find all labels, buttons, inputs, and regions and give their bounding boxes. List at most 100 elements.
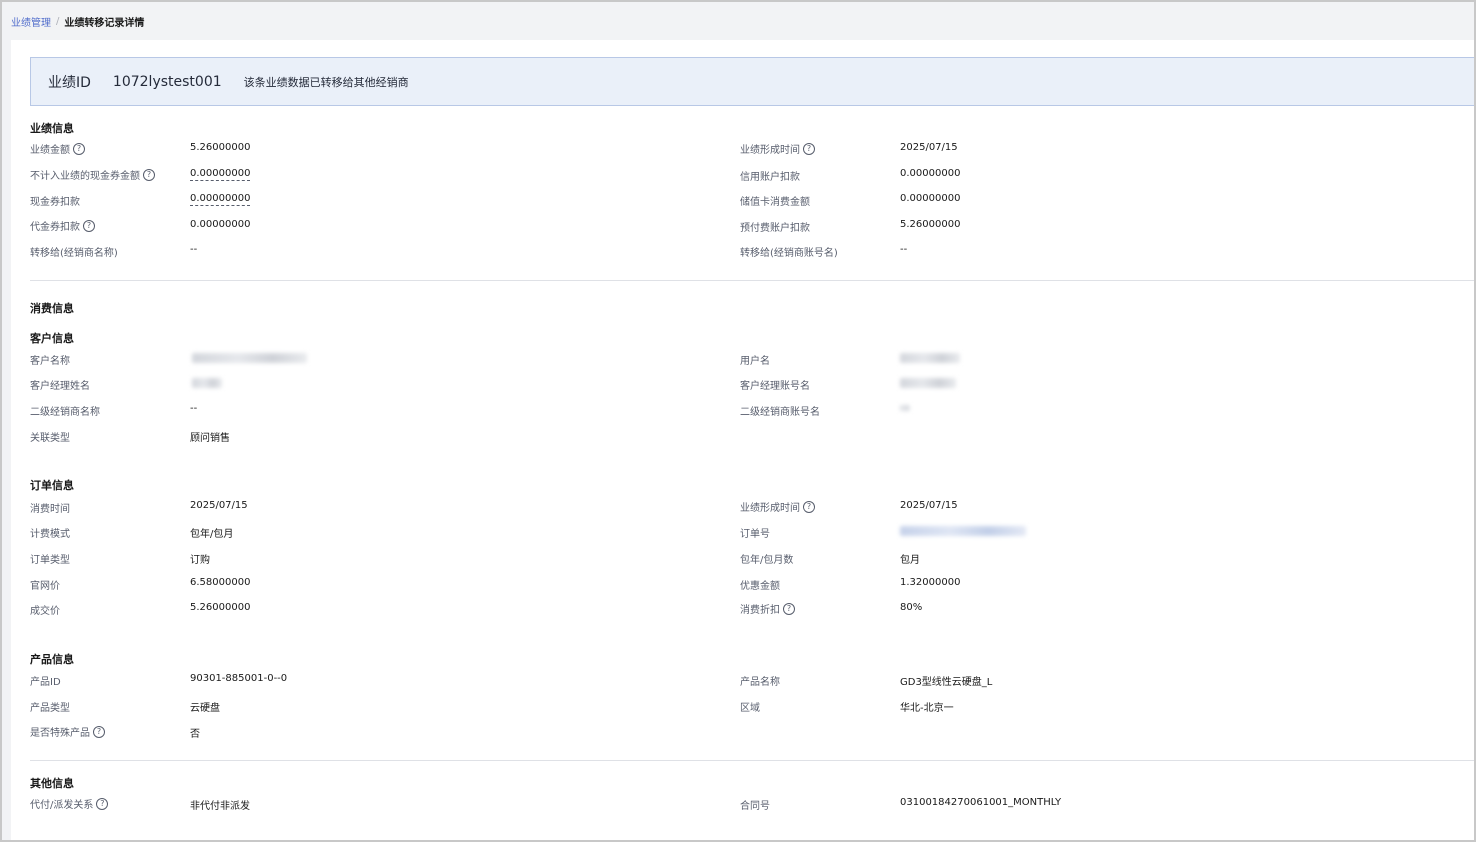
label-order-number: 订单号 [740, 529, 770, 540]
label-relation-type: 关联类型 [30, 433, 70, 444]
label-credit-deduction: 信用账户扣款 [740, 172, 800, 183]
label-cash-coupon-deduction: 现金券扣款 [30, 197, 80, 208]
value-performance-amount: 5.26000000 [190, 142, 251, 153]
help-icon[interactable]: ? [96, 797, 109, 810]
breadcrumb-current: 业绩转移记录详情 [64, 17, 145, 29]
label-period-count: 包年/包月数 [740, 555, 794, 566]
label-performance-amount: 业绩金额 ? [30, 141, 85, 156]
label-customer-name: 客户名称 [30, 356, 70, 367]
label-special-product: 是否特殊产品 ? [30, 724, 105, 739]
value-contract-number: 03100184270061001_MONTHLY [900, 797, 1062, 808]
label-transfer-to-name: 转移给(经销商名称) [30, 248, 118, 259]
label-consumption-time: 消费时间 [30, 504, 70, 515]
value-product-id: 90301-885001-0--0 [190, 673, 288, 684]
value-consumption-time: 2025/07/15 [190, 500, 248, 511]
label-sub-reseller-name: 二级经销商名称 [30, 407, 100, 418]
help-icon[interactable]: ? [83, 219, 95, 232]
label-list-price: 官网价 [30, 581, 60, 592]
value-sub-reseller-name: -- [190, 403, 198, 414]
label-transfer-to-account: 转移给(经销商账号名) [740, 248, 838, 259]
value-special-product: 否 [190, 729, 200, 740]
label-region: 区域 [740, 703, 760, 714]
help-icon[interactable]: ? [803, 142, 815, 155]
label-text: 业绩金额 [30, 145, 70, 156]
label-account-manager-name: 客户经理姓名 [30, 381, 90, 392]
value-stored-card-amount: 0.00000000 [900, 193, 961, 204]
value-customer-name-redacted [192, 353, 307, 363]
help-icon[interactable]: ? [73, 142, 85, 155]
value-order-type: 订购 [190, 555, 210, 566]
value-account-manager-name-redacted [192, 378, 222, 388]
section-title-performance: 业绩信息 [30, 122, 74, 135]
divider [30, 280, 1474, 281]
label-username: 用户名 [740, 356, 770, 367]
label-product-name: 产品名称 [740, 677, 780, 688]
value-performance-formed-time: 2025/07/15 [900, 142, 958, 153]
label-text: 业绩形成时间 [740, 145, 800, 156]
value-order-number-redacted[interactable] [900, 526, 1026, 536]
divider [30, 760, 1474, 761]
value-list-price: 6.58000000 [190, 577, 251, 588]
label-text: 业绩形成时间 [740, 503, 800, 514]
value-product-type: 云硬盘 [190, 703, 220, 714]
value-product-name: GD3型线性云硬盘_L [900, 677, 993, 688]
label-payment-relation: 代付/派发关系 ? [30, 796, 109, 811]
label-contract-number: 合同号 [740, 801, 770, 812]
label-consumption-discount: 消费折扣 ? [740, 601, 795, 616]
label-excluded-coupon-amount: 不计入业绩的现金券金额 ? [30, 167, 155, 182]
label-order-performance-formed-time: 业绩形成时间 ? [740, 499, 815, 514]
breadcrumb-link-performance[interactable]: 业绩管理 [11, 14, 51, 29]
value-order-performance-formed-time: 2025/07/15 [900, 500, 958, 511]
detail-panel: 业绩ID 1072lystest001 该条业绩数据已转移给其他经销商 业绩信息… [11, 40, 1474, 840]
breadcrumb: 业绩管理 / 业绩转移记录详情 [11, 14, 145, 29]
label-text: 代付/派发关系 [30, 800, 94, 811]
label-product-id: 产品ID [30, 677, 61, 688]
help-icon[interactable]: ? [803, 500, 815, 513]
value-voucher-deduction: 0.00000000 [190, 219, 251, 230]
value-region: 华北-北京一 [900, 703, 954, 714]
breadcrumb-separator: / [56, 15, 60, 27]
banner-id-label: 业绩ID [48, 74, 91, 91]
value-payment-relation: 非代付非派发 [190, 801, 250, 812]
label-text: 代金券扣款 [30, 222, 80, 233]
label-account-manager-account: 客户经理账号名 [740, 381, 810, 392]
value-transfer-to-name: -- [190, 244, 198, 255]
label-text: 不计入业绩的现金券金额 [30, 171, 140, 182]
value-billing-mode: 包年/包月 [190, 529, 234, 540]
banner-transfer-note: 该条业绩数据已转移给其他经销商 [243, 75, 409, 89]
value-discount-amount: 1.32000000 [900, 577, 961, 588]
value-cash-coupon-deduction[interactable]: 0.00000000 [190, 193, 251, 206]
section-title-customer: 客户信息 [30, 332, 74, 345]
label-discount-amount: 优惠金额 [740, 581, 780, 592]
banner-id-value: 1072lystest001 [112, 73, 222, 90]
help-icon[interactable]: ? [783, 602, 795, 615]
value-excluded-coupon-amount[interactable]: 0.00000000 [190, 168, 251, 181]
section-title-product: 产品信息 [30, 653, 74, 666]
value-sub-reseller-account-redacted [900, 405, 910, 411]
label-text: 是否特殊产品 [30, 728, 90, 739]
help-icon[interactable]: ? [93, 725, 105, 738]
section-title-consumption: 消费信息 [30, 302, 74, 315]
label-performance-formed-time: 业绩形成时间 ? [740, 141, 815, 156]
section-title-other: 其他信息 [30, 777, 74, 790]
value-username-redacted [900, 353, 960, 363]
label-product-type: 产品类型 [30, 703, 70, 714]
value-account-manager-account-redacted [900, 378, 956, 388]
label-deal-price: 成交价 [30, 606, 60, 617]
record-banner: 业绩ID 1072lystest001 该条业绩数据已转移给其他经销商 [30, 57, 1474, 106]
label-sub-reseller-account: 二级经销商账号名 [740, 407, 820, 418]
label-voucher-deduction: 代金券扣款 ? [30, 218, 95, 233]
value-credit-deduction: 0.00000000 [900, 168, 961, 179]
label-prepaid-deduction: 预付费账户扣款 [740, 223, 810, 234]
page-frame: 业绩管理 / 业绩转移记录详情 业绩ID 1072lystest001 该条业绩… [0, 0, 1476, 842]
value-period-count: 包月 [900, 555, 920, 566]
label-order-type: 订单类型 [30, 555, 70, 566]
value-prepaid-deduction: 5.26000000 [900, 219, 961, 230]
label-text: 消费折扣 [740, 605, 780, 616]
value-consumption-discount: 80% [900, 602, 923, 613]
value-relation-type: 顾问销售 [190, 433, 230, 444]
section-title-order: 订单信息 [30, 479, 74, 492]
value-deal-price: 5.26000000 [190, 602, 251, 613]
label-billing-mode: 计费模式 [30, 529, 70, 540]
help-icon[interactable]: ? [143, 168, 155, 181]
